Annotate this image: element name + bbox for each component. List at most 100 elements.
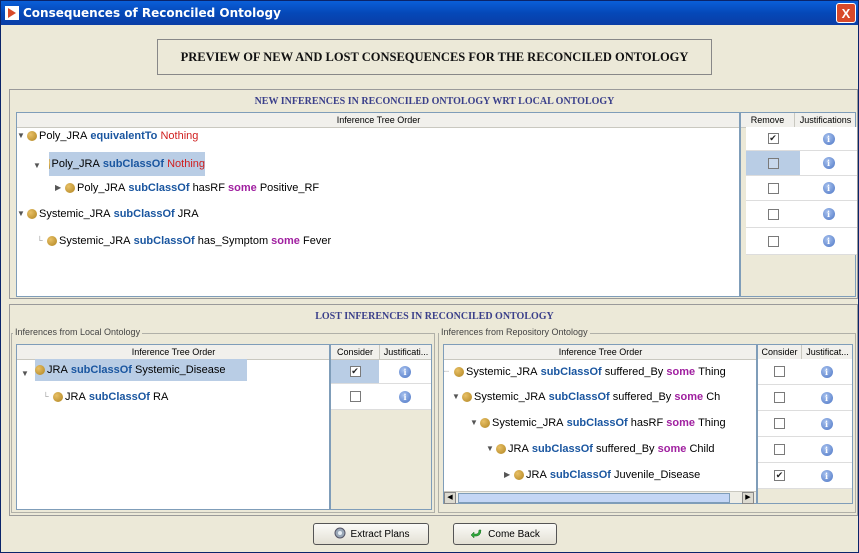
info-icon[interactable]: i xyxy=(822,235,835,247)
info-icon[interactable]: i xyxy=(820,443,833,456)
tree-row[interactable]: ┈ Systemic_JRA subClassOf suffered_By som… xyxy=(444,359,726,384)
tree-row[interactable]: ▼ JRA subClassOf suffered_By some Child xyxy=(486,436,715,461)
keyword: subClassOf xyxy=(88,390,150,403)
back-arrow-icon xyxy=(470,526,484,543)
some-keyword: some xyxy=(674,390,704,403)
justification-cell: i xyxy=(379,384,431,410)
class-bullet-icon xyxy=(47,235,57,246)
column-header-remove[interactable]: Remove xyxy=(741,113,795,127)
info-icon[interactable]: i xyxy=(399,365,411,378)
subject: JRA xyxy=(65,390,86,403)
column-header-consider[interactable]: Consider xyxy=(758,345,802,359)
tree-connector-icon: ┈ xyxy=(444,367,449,376)
window-title: Consequences of Reconciled Ontology xyxy=(23,6,281,20)
remove-checkbox[interactable] xyxy=(767,157,779,169)
scroll-left-icon[interactable]: ◀ xyxy=(444,492,456,504)
consider-checkbox[interactable]: ✔ xyxy=(774,470,785,481)
some-keyword: some xyxy=(271,234,300,247)
justification-cell: i xyxy=(801,437,852,463)
class-bullet-icon xyxy=(462,391,472,402)
info-icon[interactable]: i xyxy=(822,208,835,220)
subject: Poly_JRA xyxy=(77,181,126,194)
horizontal-scrollbar[interactable]: ◀ ▶ xyxy=(444,491,756,504)
object: Nothing xyxy=(160,129,199,142)
info-icon[interactable]: i xyxy=(822,182,835,194)
subject: Systemic_JRA xyxy=(492,416,564,429)
remove-checkbox[interactable] xyxy=(767,235,779,247)
keyword: subClassOf xyxy=(113,207,175,220)
expand-arrow-icon[interactable]: ▶ xyxy=(55,183,65,192)
some-keyword: some xyxy=(666,416,696,429)
remove-cell xyxy=(746,201,800,228)
object: hasRF xyxy=(630,416,664,429)
keyword: subClassOf xyxy=(540,365,602,378)
some-keyword: some xyxy=(228,181,257,194)
expand-arrow-icon[interactable]: ▼ xyxy=(470,418,480,427)
come-back-button[interactable]: Come Back xyxy=(453,523,557,545)
info-icon[interactable]: i xyxy=(822,157,835,169)
consider-checkbox[interactable]: ✔ xyxy=(349,366,361,377)
object: hasRF xyxy=(192,181,225,194)
extract-plans-button[interactable]: Extract Plans xyxy=(313,523,429,545)
class-bullet-icon xyxy=(480,417,490,428)
tree-row[interactable]: JRA subClassOf Systemic_Disease xyxy=(35,359,247,381)
expand-arrow-icon[interactable]: ▼ xyxy=(17,209,27,218)
subject: JRA xyxy=(526,468,547,481)
info-icon[interactable]: i xyxy=(820,391,833,404)
tree-row[interactable]: ▶ Poly_JRA subClassOf hasRF some Positive… xyxy=(55,175,319,200)
expand-arrow-icon[interactable]: ▼ xyxy=(486,444,496,453)
consider-checkbox[interactable] xyxy=(774,366,785,377)
column-header-consider[interactable]: Consider xyxy=(331,345,380,359)
info-icon[interactable]: i xyxy=(822,132,835,145)
expand-arrow-icon[interactable]: ▼ xyxy=(17,131,27,140)
column-header-inference-tree-order[interactable]: Inference Tree Order xyxy=(17,345,329,359)
tree-row[interactable]: Poly_JRA subClassOf Nothing xyxy=(49,152,205,176)
tree-row[interactable]: ▼ Systemic_JRA subClassOf hasRF some Thin… xyxy=(470,410,726,435)
column-header-justifications[interactable]: Justifications xyxy=(795,113,855,127)
info-icon[interactable]: i xyxy=(399,390,411,403)
keyword: subClassOf xyxy=(548,390,610,403)
subject: Poly_JRA xyxy=(39,129,88,142)
expand-arrow-icon[interactable]: ▼ xyxy=(21,369,31,378)
column-header-inference-tree-order[interactable]: Inference Tree Order xyxy=(444,345,756,359)
info-icon[interactable]: i xyxy=(820,365,833,378)
remove-cell xyxy=(746,176,800,201)
remove-checkbox[interactable] xyxy=(767,182,779,194)
object: has_Symptom xyxy=(197,234,269,247)
dialog-window: Consequences of Reconciled Ontology X PR… xyxy=(0,0,859,553)
tree-row[interactable]: ▼ Systemic_JRA subClassOf suffered_By som… xyxy=(452,384,720,409)
info-icon[interactable]: i xyxy=(820,417,833,430)
class-bullet-icon xyxy=(49,159,50,169)
class-bullet-icon xyxy=(65,182,75,193)
tree-row[interactable]: ▼ Poly_JRA equivalentTo Nothing xyxy=(17,123,198,148)
scroll-right-icon[interactable]: ▶ xyxy=(742,492,754,504)
lost-inferences-title: LOST INFERENCES IN RECONCILED ONTOLOGY xyxy=(315,311,554,322)
scrollbar-thumb[interactable] xyxy=(458,493,730,503)
info-icon[interactable]: i xyxy=(820,469,833,482)
expand-arrow-icon[interactable]: ▶ xyxy=(504,470,514,479)
consider-checkbox[interactable] xyxy=(349,391,361,402)
expand-arrow-icon[interactable]: ▼ xyxy=(452,392,462,401)
title-bar[interactable]: Consequences of Reconciled Ontology X xyxy=(1,1,858,25)
column-header-justifications[interactable]: Justificat... xyxy=(802,345,852,359)
expand-arrow-icon[interactable]: ▼ xyxy=(33,161,43,170)
repository-tree-viewport[interactable]: ┈ Systemic_JRA subClassOf suffered_By som… xyxy=(444,359,756,489)
tree-row[interactable]: └ Systemic_JRA subClassOf has_Symptom som… xyxy=(37,228,331,253)
justification-cell: i xyxy=(800,127,857,151)
tree-row[interactable]: ▼ Systemic_JRA subClassOf JRA xyxy=(17,201,199,226)
consider-checkbox[interactable] xyxy=(774,392,785,403)
consider-checkbox[interactable] xyxy=(774,444,785,455)
remove-checkbox[interactable] xyxy=(767,208,779,220)
remove-checkbox[interactable]: ✔ xyxy=(767,133,779,144)
column-header-justifications[interactable]: Justificati... xyxy=(380,345,431,359)
subject: Systemic_JRA xyxy=(474,390,546,403)
tree-row[interactable]: ▶ JRA subClassOf Juvenile_Disease xyxy=(504,462,700,487)
class-bullet-icon xyxy=(496,443,506,454)
justification-cell: i xyxy=(800,228,857,255)
object: Juvenile_Disease xyxy=(614,468,701,481)
tree-row[interactable]: └ JRA subClassOf RA xyxy=(43,384,168,409)
consider-checkbox[interactable] xyxy=(774,418,785,429)
tree-connector-icon: └ xyxy=(37,236,43,245)
close-button[interactable]: X xyxy=(836,3,856,23)
justification-cell: i xyxy=(800,176,857,201)
